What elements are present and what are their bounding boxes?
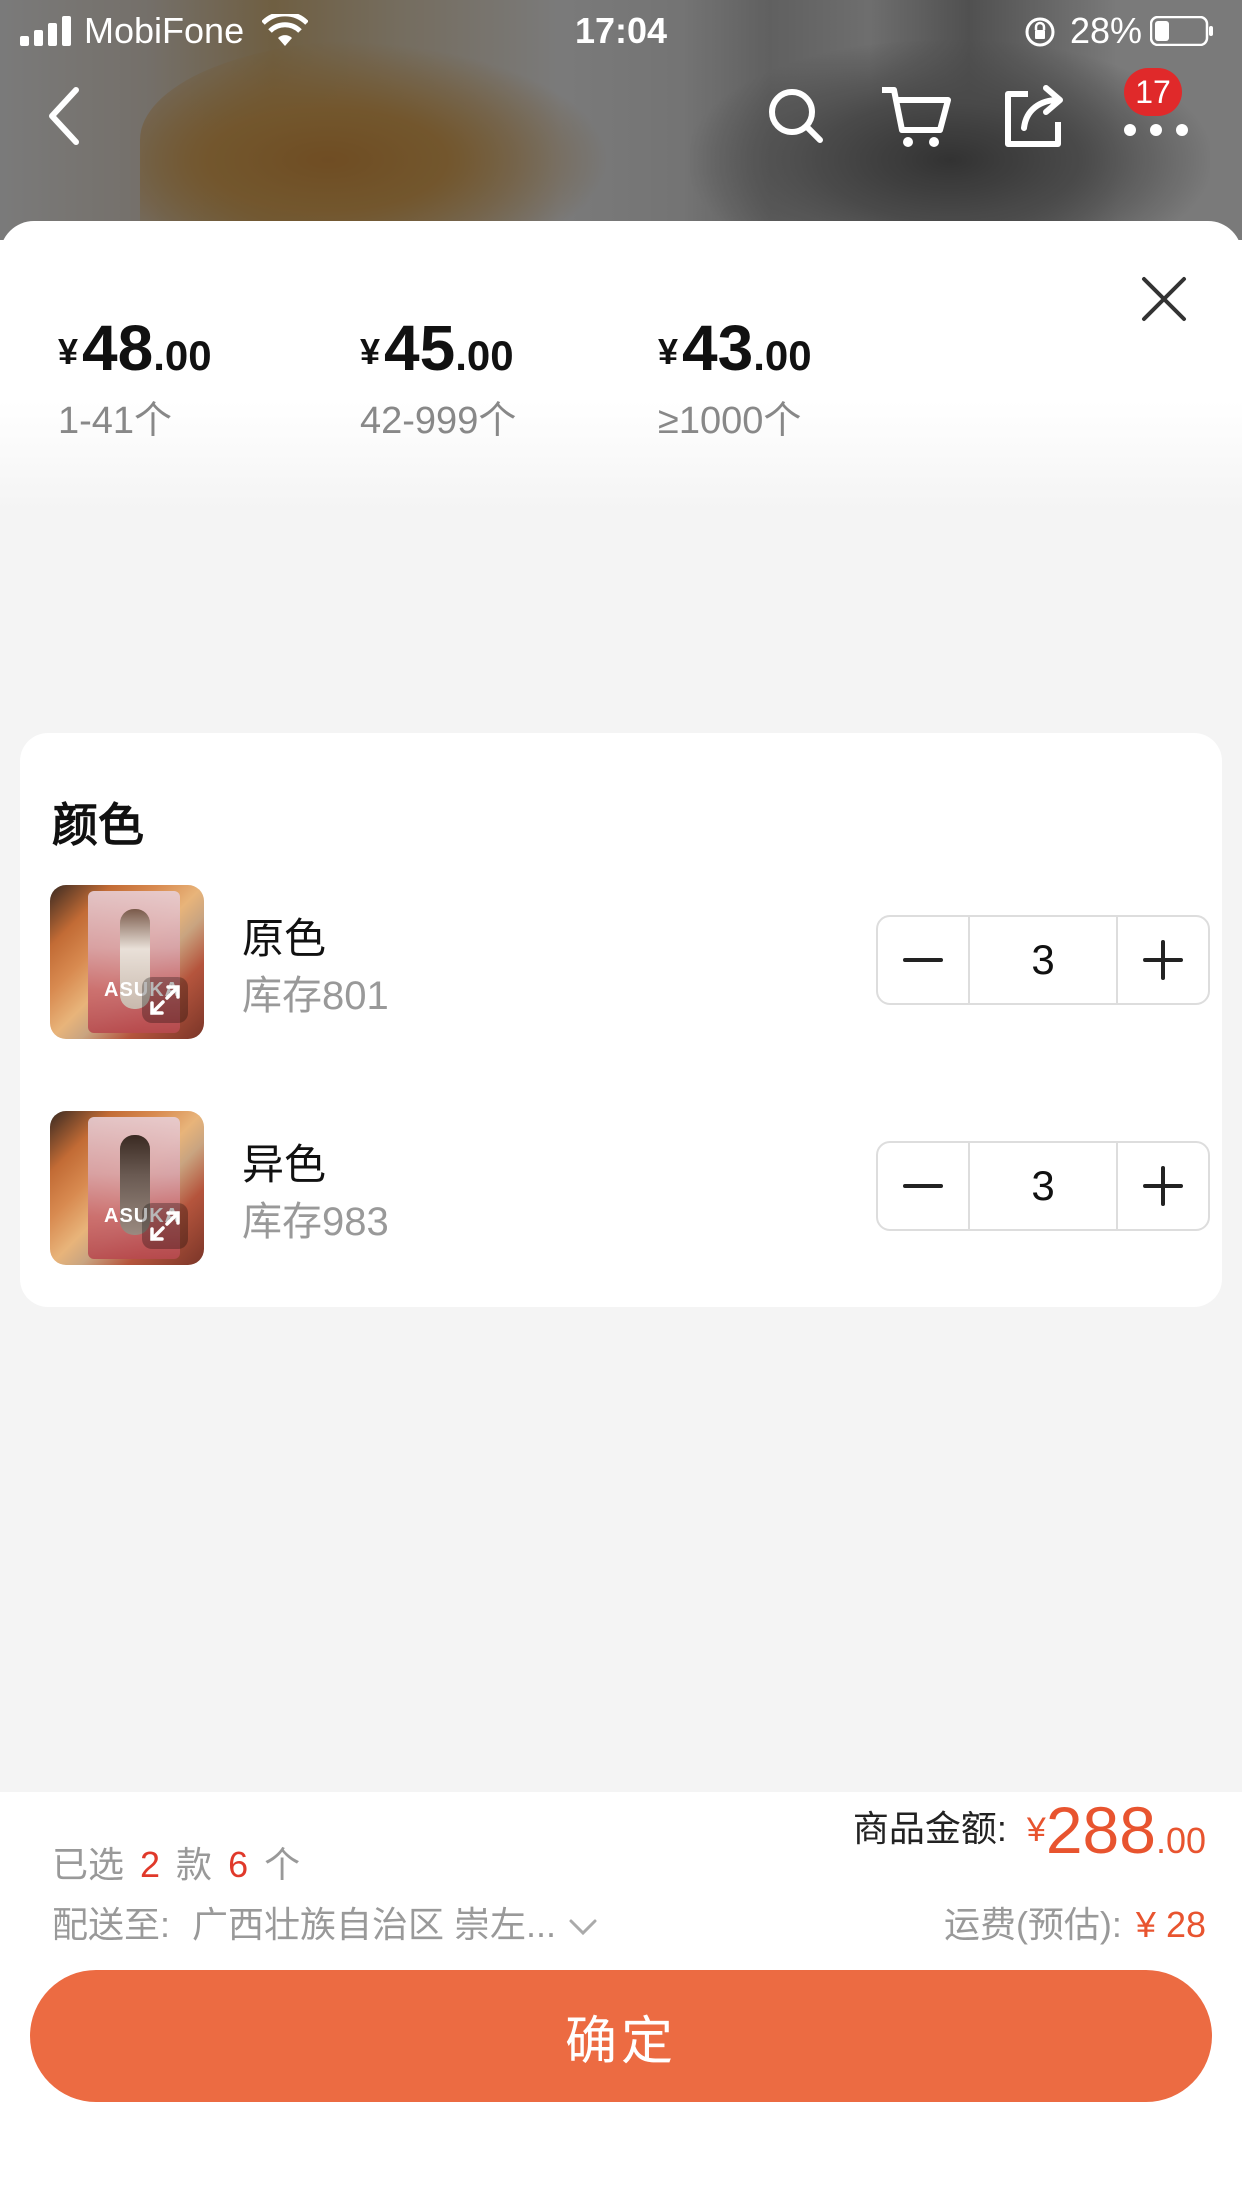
tier-price: ¥45.00 — [360, 312, 514, 384]
list-item: ASUKA 原色 库存801 3 — [50, 885, 1210, 1039]
tier-range: ≥1000个 — [658, 400, 802, 442]
quantity-input[interactable]: 3 — [970, 1143, 1116, 1229]
rotation-lock-icon — [1025, 17, 1055, 47]
tier-price: ¥48.00 — [58, 312, 212, 384]
expand-icon[interactable] — [142, 977, 188, 1023]
selected-summary: 已选 2 款 6 个 — [52, 1836, 300, 1888]
selected-item-count: 6 — [228, 1844, 249, 1885]
variant-stock: 库存801 — [242, 974, 389, 1018]
shipping-fee: 运费(预估): ¥ 28 — [944, 1896, 1206, 1948]
fee-value: ¥ 28 — [1135, 1904, 1206, 1945]
amount-currency: ¥ — [1026, 1811, 1046, 1849]
battery-icon — [1150, 16, 1213, 46]
total-amount: 商品金额: ¥288.00 — [853, 1792, 1206, 1868]
variant-thumbnail[interactable]: ASUKA — [50, 1111, 204, 1265]
color-options-card: 颜色 ASUKA 原色 库存801 3 ASUKA 异色 库存983 3 — [20, 733, 1222, 1307]
tier-price: ¥43.00 — [658, 312, 812, 384]
search-icon[interactable] — [756, 76, 836, 156]
list-item: ASUKA 异色 库存983 3 — [50, 1111, 1210, 1265]
variant-stock: 库存983 — [242, 1200, 389, 1244]
count-unit: 个 — [264, 1844, 301, 1885]
chevron-down-icon — [569, 1919, 597, 1936]
amount-decimal: .00 — [1155, 1820, 1206, 1861]
plus-icon[interactable] — [1116, 1143, 1208, 1229]
ship-address-value: 广西壮族自治区 崇左... — [192, 1904, 557, 1945]
variant-name: 异色 — [242, 1141, 327, 1188]
price-tier: ¥48.00 1-41个 — [58, 311, 212, 444]
amount-integer: 288 — [1045, 1793, 1156, 1867]
section-title: 颜色 — [52, 799, 144, 851]
ship-label: 配送至: — [52, 1904, 171, 1945]
cart-icon[interactable] — [876, 76, 956, 156]
tier-range: 42-999个 — [360, 400, 517, 442]
confirm-button[interactable]: 确定 — [30, 1970, 1212, 2102]
status-bar: MobiFone 17:04 28% — [0, 0, 1242, 62]
tier-range: 1-41个 — [58, 400, 173, 442]
notification-badge: 17 — [1124, 68, 1182, 116]
expand-icon[interactable] — [142, 1203, 188, 1249]
quantity-input[interactable]: 3 — [970, 917, 1116, 1003]
share-icon[interactable] — [996, 76, 1076, 156]
order-summary: 商品金额: ¥288.00 已选 2 款 6 个 配送至: 广西壮族自治区 崇左... 运费… — [0, 1792, 1242, 2208]
styles-unit: 款 — [176, 1844, 213, 1885]
back-icon[interactable] — [26, 76, 106, 156]
quantity-stepper: 3 — [876, 915, 1210, 1005]
price-tiers: ¥48.00 1-41个 ¥45.00 42-999个 ¥43.00 ≥1000… — [58, 311, 1158, 444]
battery-percent: 28% — [1069, 10, 1142, 51]
fee-label: 运费(预估): — [943, 1904, 1122, 1945]
top-navigation — [0, 62, 1242, 182]
price-tier: ¥45.00 42-999个 — [360, 311, 516, 444]
quantity-stepper: 3 — [876, 1141, 1210, 1231]
selected-styles-count: 2 — [140, 1844, 161, 1885]
minus-icon[interactable] — [878, 1143, 970, 1229]
plus-icon[interactable] — [1116, 917, 1208, 1003]
amount-label: 商品金额: — [852, 1808, 1007, 1849]
variant-thumbnail[interactable]: ASUKA — [50, 885, 204, 1039]
shipping-address[interactable]: 配送至: 广西壮族自治区 崇左... — [52, 1896, 598, 1948]
price-tier: ¥43.00 ≥1000个 — [658, 311, 812, 444]
variant-name: 原色 — [242, 915, 327, 962]
minus-icon[interactable] — [878, 917, 970, 1003]
selected-label: 已选 — [52, 1844, 125, 1885]
